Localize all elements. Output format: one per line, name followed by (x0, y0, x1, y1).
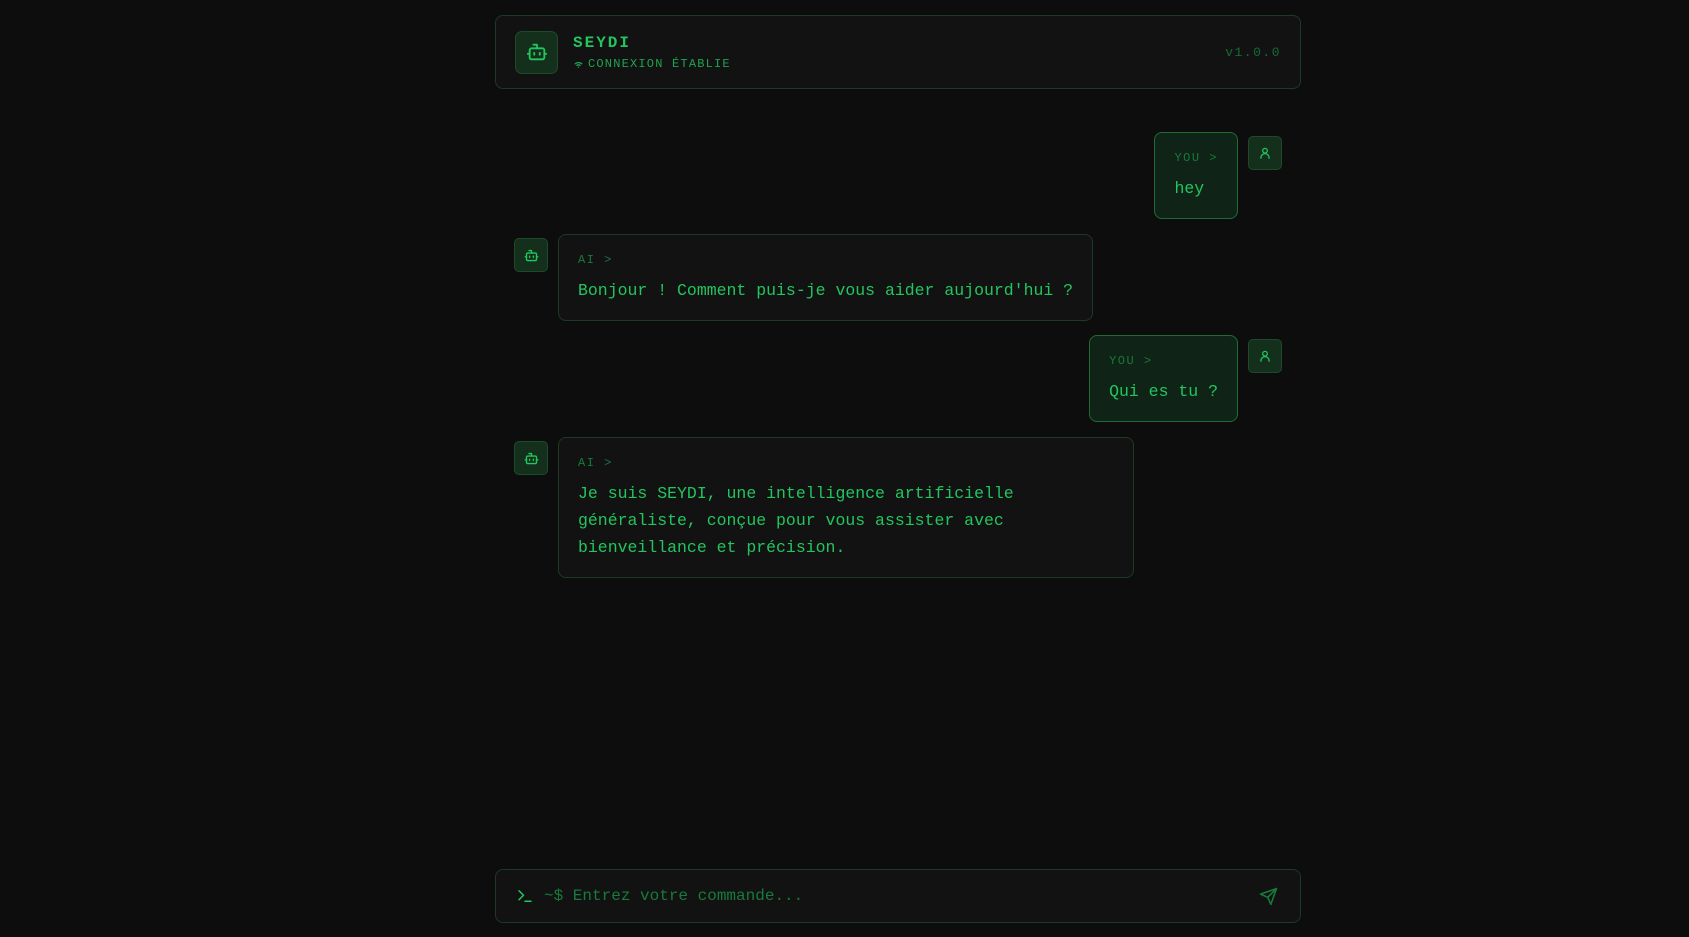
command-input-bar (495, 869, 1301, 923)
user-avatar (1248, 339, 1282, 373)
connection-status: CONNEXION ÉTABLIE (573, 57, 731, 71)
wifi-icon (574, 61, 583, 68)
chat-app: SEYDI CONNEXION ÉTABLIE v1.0.0 YOU > hey (0, 0, 1689, 937)
app-name: SEYDI (573, 33, 632, 52)
send-button[interactable] (1256, 884, 1280, 908)
logo (515, 30, 558, 74)
message-text: Bonjour ! Comment puis-je vous aider auj… (578, 281, 1074, 300)
message-text: hey (1174, 179, 1205, 198)
message-row: AI > Bonjour ! Comment puis-je vous aide… (514, 234, 1094, 321)
brand: SEYDI CONNEXION ÉTABLIE (573, 34, 731, 71)
user-message-bubble: YOU > hey (1154, 132, 1238, 219)
status-text: CONNEXION ÉTABLIE (588, 56, 731, 71)
terminal-icon (518, 890, 532, 902)
chat-header: SEYDI CONNEXION ÉTABLIE v1.0.0 (495, 15, 1301, 89)
message-role: YOU > (1109, 354, 1153, 368)
ai-avatar (514, 238, 548, 272)
message-text: Je suis SEYDI, une intelligence artifici… (578, 484, 1014, 557)
message-row: YOU > Qui es tu ? (1089, 335, 1282, 422)
user-message-bubble: YOU > Qui es tu ? (1089, 335, 1238, 422)
send-icon (1259, 887, 1277, 905)
ai-message-bubble: AI > Bonjour ! Comment puis-je vous aide… (558, 234, 1094, 321)
message-role: AI > (578, 456, 613, 470)
ai-avatar (514, 441, 548, 475)
message-row: AI > Je suis SEYDI, une intelligence art… (514, 437, 1134, 578)
user-avatar (1248, 136, 1282, 170)
bot-icon (524, 452, 538, 464)
bot-icon (526, 43, 547, 61)
command-input[interactable] (544, 887, 1256, 905)
ai-message-bubble: AI > Je suis SEYDI, une intelligence art… (558, 437, 1134, 578)
message-text: Qui es tu ? (1109, 382, 1218, 401)
message-row: YOU > hey (1154, 132, 1282, 219)
version-label: v1.0.0 (1225, 44, 1281, 60)
message-role: AI > (578, 253, 613, 267)
user-icon (1260, 350, 1270, 362)
bot-icon (524, 249, 538, 261)
message-role: YOU > (1174, 151, 1218, 165)
user-icon (1260, 147, 1270, 159)
